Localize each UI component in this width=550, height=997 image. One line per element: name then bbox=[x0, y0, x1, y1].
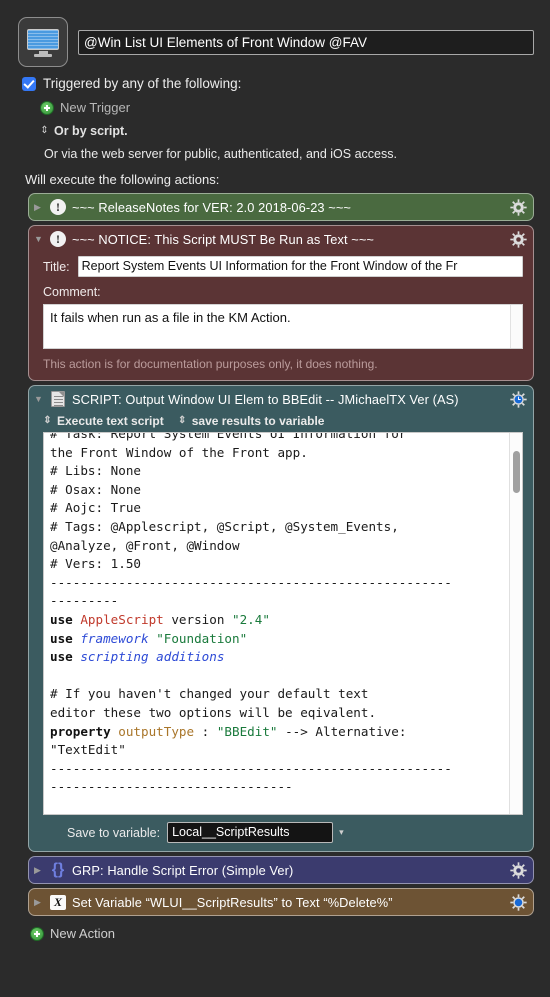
notice-body: Title: Report System Events UI Informati… bbox=[29, 252, 533, 380]
variable-x-icon: X bbox=[50, 894, 66, 910]
script-document-icon bbox=[50, 391, 66, 407]
action-title: ~~~ NOTICE: This Script MUST Be Run as T… bbox=[72, 231, 374, 247]
gear-clock-icon[interactable] bbox=[510, 893, 527, 911]
monitor-icon bbox=[27, 28, 59, 57]
up-down-chevron-icon[interactable]: ⇕ bbox=[40, 126, 49, 136]
notice-title-row: Title: Report System Events UI Informati… bbox=[43, 256, 523, 277]
braces-icon: {} bbox=[51, 861, 65, 878]
disclosure-triangle-expanded-icon[interactable]: ▼ bbox=[34, 394, 46, 404]
action-header[interactable]: ▶ {} GRP: Handle Script Error (Simple Ve… bbox=[29, 857, 533, 883]
or-by-script-row[interactable]: ⇕ Or by script. bbox=[22, 124, 550, 138]
disclosure-triangle-collapsed-icon[interactable]: ▶ bbox=[34, 202, 46, 212]
action-group[interactable]: ▶ {} GRP: Handle Script Error (Simple Ve… bbox=[28, 856, 534, 884]
save-to-variable-row: Save to variable: Local__ScriptResults ▾ bbox=[29, 815, 533, 851]
action-title: GRP: Handle Script Error (Simple Ver) bbox=[72, 862, 294, 878]
action-title: SCRIPT: Output Window UI Elem to BBEdit … bbox=[72, 391, 459, 407]
new-trigger-row[interactable]: New Trigger bbox=[22, 100, 550, 115]
notice-comment-box[interactable]: It fails when run as a file in the KM Ac… bbox=[43, 304, 523, 349]
gear-clock-icon[interactable] bbox=[510, 390, 527, 408]
script-code-editor[interactable]: # Task: Report System Events UI Informat… bbox=[43, 432, 523, 815]
action-header[interactable]: ▼ SCRIPT: Output Window UI Elem to BBEdi… bbox=[29, 386, 533, 412]
action-notice[interactable]: ▼ ! ~~~ NOTICE: This Script MUST Be Run … bbox=[28, 225, 534, 381]
action-title: Set Variable “WLUI__ScriptResults” to Te… bbox=[72, 894, 393, 910]
plus-icon[interactable] bbox=[30, 926, 44, 941]
macro-header: @Win List UI Elements of Front Window @F… bbox=[0, 0, 550, 67]
action-header[interactable]: ▼ ! ~~~ NOTICE: This Script MUST Be Run … bbox=[29, 226, 533, 252]
plus-icon[interactable] bbox=[40, 100, 54, 115]
triggered-by-row[interactable]: Triggered by any of the following: bbox=[22, 76, 550, 91]
notice-title-label: Title: bbox=[43, 259, 70, 274]
notice-comment-label: Comment: bbox=[43, 285, 101, 299]
up-down-chevron-icon: ⇕ bbox=[43, 415, 52, 426]
action-script[interactable]: ▼ SCRIPT: Output Window UI Elem to BBEdi… bbox=[28, 385, 534, 852]
script-results-popup[interactable]: ⇕ save results to variable bbox=[178, 414, 325, 428]
gear-icon[interactable] bbox=[510, 230, 527, 248]
chevron-down-icon[interactable]: ▾ bbox=[339, 827, 344, 838]
script-code-text[interactable]: # Task: Report System Events UI Informat… bbox=[44, 433, 509, 814]
save-to-variable-input[interactable]: Local__ScriptResults bbox=[167, 822, 334, 843]
script-results-label: save results to variable bbox=[191, 414, 325, 428]
comment-scrollbar[interactable] bbox=[510, 305, 522, 348]
disclosure-triangle-expanded-icon[interactable]: ▼ bbox=[34, 234, 46, 244]
exclamation-icon: ! bbox=[50, 199, 66, 215]
action-header[interactable]: ▶ ! ~~~ ReleaseNotes for VER: 2.0 2018-0… bbox=[29, 194, 533, 220]
new-action-row[interactable]: New Action bbox=[0, 920, 550, 941]
code-scrollbar[interactable] bbox=[509, 433, 522, 814]
or-by-script-label: Or by script. bbox=[54, 124, 128, 138]
disclosure-triangle-collapsed-icon[interactable]: ▶ bbox=[34, 897, 46, 907]
action-title: ~~~ ReleaseNotes for VER: 2.0 2018-06-23… bbox=[72, 199, 352, 215]
code-scrollbar-thumb[interactable] bbox=[513, 451, 520, 493]
action-release-notes[interactable]: ▶ ! ~~~ ReleaseNotes for VER: 2.0 2018-0… bbox=[28, 193, 534, 221]
disclosure-triangle-collapsed-icon[interactable]: ▶ bbox=[34, 865, 46, 875]
script-type-label: Execute text script bbox=[57, 414, 164, 428]
actions-list: ▶ ! ~~~ ReleaseNotes for VER: 2.0 2018-0… bbox=[0, 187, 550, 916]
web-server-note: Or via the web server for public, authen… bbox=[44, 147, 397, 161]
save-to-variable-label: Save to variable: bbox=[67, 825, 161, 840]
notice-footer-note: This action is for documentation purpose… bbox=[43, 357, 378, 371]
gear-icon[interactable] bbox=[510, 861, 527, 879]
new-trigger-label: New Trigger bbox=[60, 100, 131, 115]
up-down-chevron-icon: ⇕ bbox=[178, 415, 187, 426]
triggered-by-checkbox[interactable] bbox=[22, 76, 36, 91]
exclamation-icon: ! bbox=[50, 231, 66, 247]
action-header[interactable]: ▶ X Set Variable “WLUI__ScriptResults” t… bbox=[29, 889, 533, 915]
action-set-variable[interactable]: ▶ X Set Variable “WLUI__ScriptResults” t… bbox=[28, 888, 534, 916]
script-type-popup[interactable]: ⇕ Execute text script bbox=[43, 414, 164, 428]
notice-title-input[interactable]: Report System Events UI Information for … bbox=[77, 256, 523, 277]
script-options-row: ⇕ Execute text script ⇕ save results to … bbox=[29, 412, 533, 432]
gear-icon[interactable] bbox=[510, 198, 527, 216]
will-execute-label: Will execute the following actions: bbox=[25, 172, 220, 187]
notice-comment-text[interactable]: It fails when run as a file in the KM Ac… bbox=[44, 305, 510, 348]
triggers-section: Triggered by any of the following: New T… bbox=[0, 67, 550, 187]
triggered-by-label: Triggered by any of the following: bbox=[43, 76, 242, 91]
new-action-label: New Action bbox=[50, 926, 116, 941]
macro-icon-well[interactable] bbox=[18, 17, 68, 67]
macro-title-input[interactable]: @Win List UI Elements of Front Window @F… bbox=[78, 30, 534, 55]
